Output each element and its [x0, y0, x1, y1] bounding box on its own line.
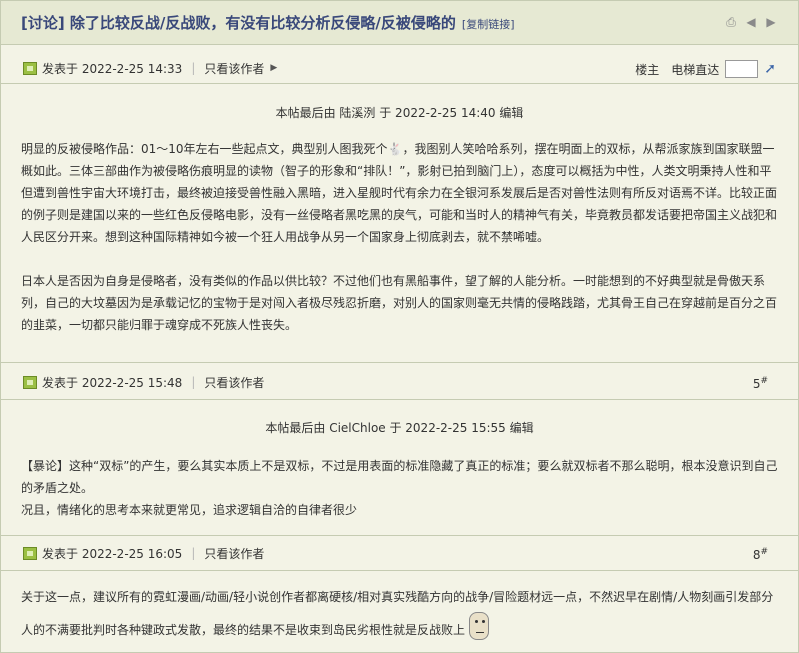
smiley-emoticon-icon	[469, 612, 490, 640]
online-status-icon	[23, 61, 37, 75]
post-date: 发表于 2022-2-25 15:48	[42, 375, 183, 390]
post-body: 关于这一点，建议所有的霓虹漫画/动画/轻小说创作者都离硬核/相对真实残酷方向的战…	[21, 582, 779, 645]
prev-thread-icon[interactable]: ◀	[744, 15, 758, 29]
post-paragraph: 日本人是否因为自身是侵略者，没有类似的作品以供比较？不过他们也有黑船事件，望了解…	[21, 274, 778, 332]
post-body: 明显的反被侵略作品：01～10年左右一些起点文，典型别人图我死个🐇，我图别人笑哈…	[21, 138, 779, 336]
edited-note: 本帖最后由 CielChloe 于 2022-2-25 15:55 编辑	[265, 421, 534, 435]
post-paragraph: 明显的反被侵略作品：01～10年左右一些起点文，典型别人图我死个🐇，我图别人笑哈…	[21, 138, 779, 248]
print-icon[interactable]: ⎙	[724, 15, 738, 29]
only-author-link[interactable]: 只看该作者	[204, 545, 264, 562]
post-header: 发表于 2022-2-25 16:05 | 只看该作者 8#	[1, 538, 798, 568]
divider	[1, 570, 798, 571]
thread-title-bar: [讨论] 除了比较反战/反战败，有没有比较分析反侵略/反被侵略的 [复制链接] …	[1, 1, 798, 45]
floor-number-mark: #	[760, 376, 768, 386]
post-body: 【暴论】这种“双标”的产生，要么其实本质上不是双标，不过是用表面的标准隐藏了真正…	[21, 455, 779, 521]
floor-number[interactable]: 8#	[753, 547, 768, 562]
post-header: 发表于 2022-2-25 14:33 | 只看该作者 ▶ 楼主 电梯直达 ➚	[1, 53, 798, 83]
post-paragraph-part: 明显的反被侵略作品：01～10年左右一些起点文，典型别人图我死个	[21, 142, 388, 156]
rabbit-emoji-icon: 🐇	[387, 142, 403, 156]
separator: |	[191, 375, 196, 389]
go-floor-icon[interactable]: ➚	[764, 61, 776, 77]
post-divider	[1, 535, 798, 536]
post-paragraph-part: 关于这一点，建议所有的霓虹漫画/动画/轻小说创作者都离硬核/相对真实残酷方向的战…	[21, 590, 774, 637]
separator: |	[191, 546, 196, 560]
next-thread-icon[interactable]: ▶	[764, 15, 778, 29]
thread-frame: [讨论] 除了比较反战/反战败，有没有比较分析反侵略/反被侵略的 [复制链接] …	[0, 0, 799, 653]
post-paragraph: 关于这一点，建议所有的霓虹漫画/动画/轻小说创作者都离硬核/相对真实残酷方向的战…	[21, 582, 779, 645]
only-author-link[interactable]: 只看该作者	[204, 374, 264, 391]
floor-number-mark: #	[760, 547, 768, 557]
post-date: 发表于 2022-2-25 16:05	[42, 546, 183, 561]
edited-note: 本帖最后由 陆溪洌 于 2022-2-25 14:40 编辑	[275, 106, 524, 120]
post-paragraph: 况且，情绪化的思考本来就更常见，追求逻辑自洽的自律者很少	[21, 503, 358, 517]
arrow-right-icon[interactable]: ▶	[270, 63, 277, 73]
divider	[1, 399, 798, 400]
thread-title: [讨论] 除了比较反战/反战败，有没有比较分析反侵略/反被侵略的	[21, 14, 456, 32]
lz-link[interactable]: 楼主	[635, 61, 659, 78]
floor-number[interactable]: 5#	[753, 376, 768, 391]
floor-tools: 楼主 电梯直达 ➚	[635, 60, 776, 78]
divider	[1, 83, 798, 84]
online-status-icon	[23, 546, 37, 560]
online-status-icon	[23, 375, 37, 389]
title-tools: ⎙ ◀ ▶	[724, 15, 778, 29]
only-author-link[interactable]: 只看该作者	[204, 60, 264, 77]
elevator-input[interactable]	[725, 60, 759, 78]
post-header: 发表于 2022-2-25 15:48 | 只看该作者 5#	[1, 367, 798, 397]
separator: |	[191, 61, 196, 75]
elevator-label: 电梯直达	[671, 62, 720, 77]
copy-link[interactable]: [复制链接]	[462, 16, 515, 32]
post-date: 发表于 2022-2-25 14:33	[42, 61, 183, 76]
post-divider	[1, 362, 798, 363]
post-paragraph: 【暴论】这种“双标”的产生，要么其实本质上不是双标，不过是用表面的标准隐藏了真正…	[21, 459, 778, 495]
